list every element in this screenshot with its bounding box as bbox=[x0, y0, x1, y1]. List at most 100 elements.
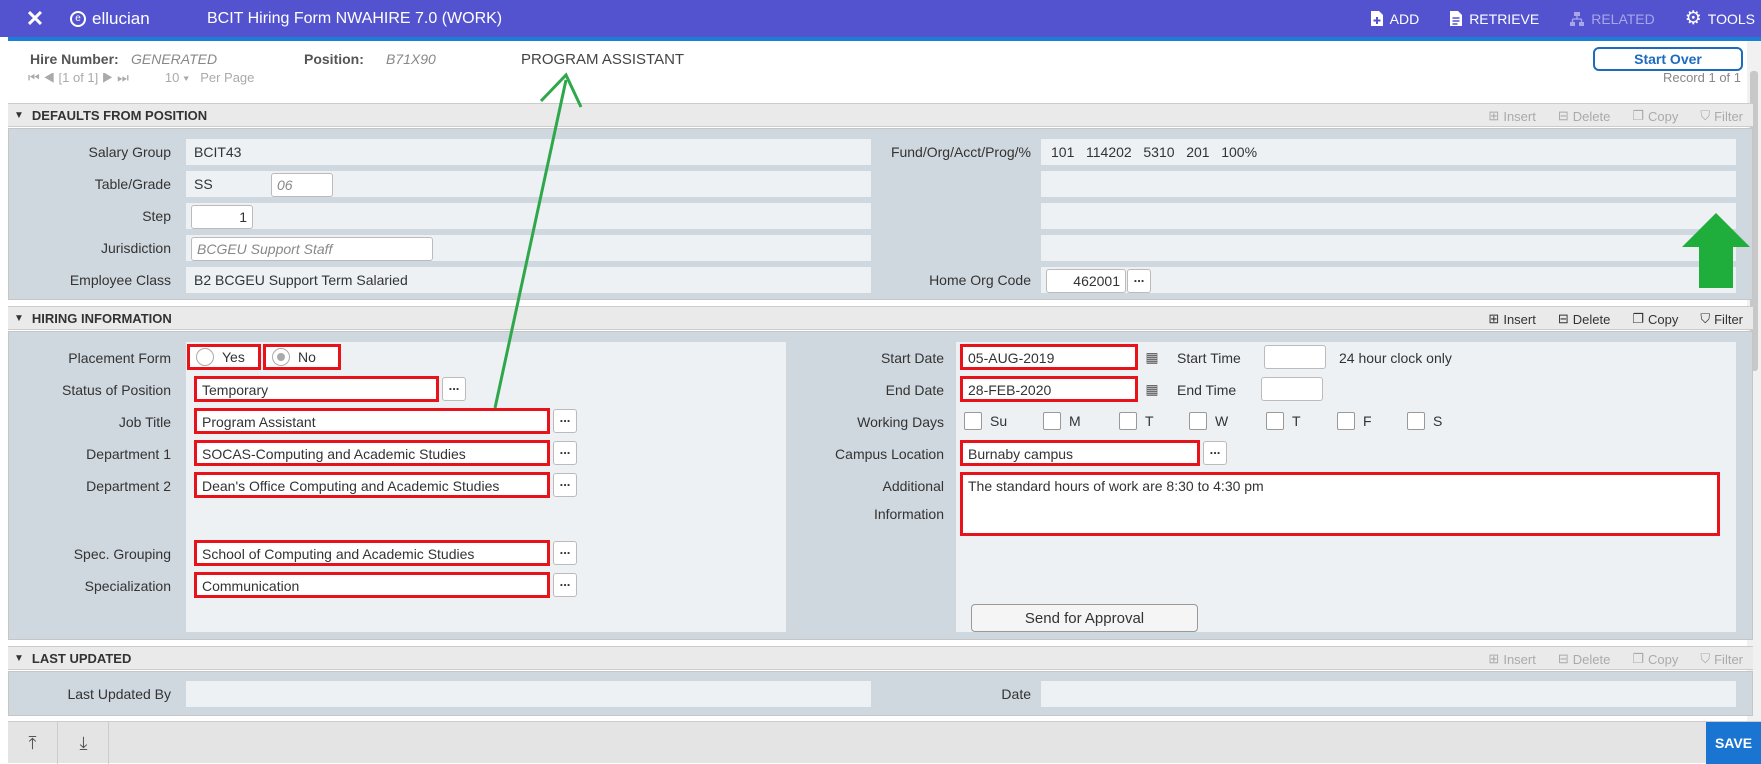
defaults-section-title: DEFAULTS FROM POSITION bbox=[31, 107, 208, 123]
start-over-button[interactable]: Start Over bbox=[1593, 47, 1743, 71]
tuesday-checkbox[interactable] bbox=[1119, 412, 1137, 430]
save-button[interactable]: SAVE bbox=[1706, 722, 1761, 764]
filter-button[interactable]: ⛉ Filter bbox=[1700, 651, 1743, 667]
last-updated-by-label: Last Updated By bbox=[67, 686, 171, 702]
filter-label: Filter bbox=[1714, 651, 1743, 667]
specialization-label: Specialization bbox=[84, 578, 171, 594]
page-indicator: 1 of 1 bbox=[62, 73, 95, 85]
sunday-checkbox[interactable] bbox=[964, 412, 982, 430]
scroll-to-bottom-icon[interactable]: ⤓ bbox=[59, 722, 109, 764]
defaults-section-header[interactable]: ▼ DEFAULTS FROM POSITION ⊞ Insert ⊟ Delete… bbox=[8, 103, 1753, 127]
scroll-to-top-icon[interactable]: ⤒ bbox=[8, 722, 58, 764]
last-updated-section-header[interactable]: ▼ LAST UPDATED ⊞ Insert ⊟ Delete ❐ Copy ⛉ Fi… bbox=[8, 646, 1753, 670]
day-wednesday[interactable]: W bbox=[1189, 408, 1228, 434]
end-date-label: End Date bbox=[885, 382, 944, 398]
delete-button[interactable]: ⊟ Delete bbox=[1558, 651, 1610, 667]
wednesday-checkbox[interactable] bbox=[1189, 412, 1207, 430]
grade-field[interactable]: 06 bbox=[271, 173, 333, 197]
monday-checkbox[interactable] bbox=[1043, 412, 1061, 430]
placement-no-option[interactable]: No bbox=[263, 344, 341, 370]
collapse-triangle-icon[interactable]: ▼ bbox=[14, 110, 24, 121]
status-field[interactable]: Temporary bbox=[194, 376, 439, 402]
insert-button[interactable]: ⊞ Insert bbox=[1488, 311, 1535, 327]
employee-class-value: B2 BCGEU Support Term Salaried bbox=[194, 272, 408, 288]
department-1-field[interactable]: SOCAS-Computing and Academic Studies bbox=[194, 440, 550, 466]
copy-label: Copy bbox=[1647, 651, 1679, 667]
yes-radio[interactable] bbox=[196, 348, 214, 366]
campus-field[interactable]: Burnaby campus bbox=[960, 440, 1200, 466]
copy-button[interactable]: ❐ Copy bbox=[1632, 311, 1678, 327]
campus-lookup-button[interactable]: ... bbox=[1203, 441, 1227, 465]
position-title: PROGRAM ASSISTANT bbox=[521, 50, 685, 68]
spec-grouping-lookup-button[interactable]: ... bbox=[553, 541, 577, 565]
related-button[interactable]: RELATED bbox=[1569, 11, 1655, 27]
job-title-label: Job Title bbox=[118, 414, 171, 430]
insert-button[interactable]: ⊞ Insert bbox=[1488, 651, 1535, 667]
department-2-field[interactable]: Dean's Office Computing and Academic Stu… bbox=[194, 472, 550, 498]
copy-icon: ❐ bbox=[1632, 311, 1644, 326]
day-tuesday[interactable]: T bbox=[1119, 408, 1154, 434]
pager-controls[interactable]: ⏮ ◀ [1 of 1] ▶ ⏭ 10 ▾ Per Page bbox=[28, 73, 254, 86]
day-label: W bbox=[1215, 413, 1229, 429]
home-org-field[interactable]: 462001 bbox=[1046, 269, 1126, 293]
filter-button[interactable]: ⛉ Filter bbox=[1700, 108, 1743, 124]
additional-info-textarea[interactable]: The standard hours of work are 8:30 to 4… bbox=[960, 472, 1720, 536]
copy-label: Copy bbox=[1647, 311, 1679, 327]
department-2-lookup-button[interactable]: ... bbox=[553, 473, 577, 497]
end-time-field[interactable] bbox=[1261, 377, 1323, 401]
value-background bbox=[1041, 235, 1736, 261]
job-title-lookup-button[interactable]: ... bbox=[553, 409, 577, 433]
day-label: F bbox=[1363, 413, 1372, 429]
home-org-label: Home Org Code bbox=[929, 272, 1031, 288]
no-radio[interactable] bbox=[272, 348, 290, 366]
copy-button[interactable]: ❐ Copy bbox=[1632, 108, 1678, 124]
spec-grouping-field[interactable]: School of Computing and Academic Studies bbox=[194, 540, 550, 566]
add-label: ADD bbox=[1389, 10, 1420, 27]
hiring-section-header[interactable]: ▼ HIRING INFORMATION ⊞ Insert ⊟ Delete ❐ Co… bbox=[8, 306, 1753, 330]
add-button[interactable]: ADD bbox=[1370, 10, 1420, 27]
day-sunday[interactable]: Su bbox=[964, 408, 1007, 434]
day-friday[interactable]: F bbox=[1337, 408, 1372, 434]
plus-square-icon: ⊞ bbox=[1488, 311, 1500, 326]
insert-label: Insert bbox=[1503, 651, 1536, 667]
specialization-lookup-button[interactable]: ... bbox=[553, 573, 577, 597]
status-lookup-button[interactable]: ... bbox=[442, 377, 466, 401]
spec-grouping-label: Spec. Grouping bbox=[73, 546, 171, 562]
start-time-field[interactable] bbox=[1264, 345, 1326, 369]
close-icon[interactable]: ✕ bbox=[0, 6, 70, 32]
thursday-checkbox[interactable] bbox=[1266, 412, 1284, 430]
collapse-triangle-icon[interactable]: ▼ bbox=[14, 313, 24, 324]
record-count: Record 1 of 1 bbox=[1662, 73, 1741, 85]
end-date-field[interactable]: 28-FEB-2020 bbox=[960, 376, 1138, 402]
placement-yes-option[interactable]: Yes bbox=[187, 344, 261, 370]
ellucian-mark-icon: e bbox=[70, 10, 86, 27]
saturday-checkbox[interactable] bbox=[1407, 412, 1425, 430]
day-saturday[interactable]: S bbox=[1407, 408, 1442, 434]
day-monday[interactable]: M bbox=[1043, 408, 1081, 434]
home-org-lookup-button[interactable]: ... bbox=[1127, 269, 1151, 293]
retrieve-button[interactable]: RETRIEVE bbox=[1449, 10, 1539, 27]
specialization-field[interactable]: Communication bbox=[194, 572, 550, 598]
send-for-approval-button[interactable]: Send for Approval bbox=[971, 604, 1198, 632]
department-1-lookup-button[interactable]: ... bbox=[553, 441, 577, 465]
filter-button[interactable]: ⛉ Filter bbox=[1700, 311, 1743, 327]
collapse-triangle-icon[interactable]: ▼ bbox=[14, 653, 24, 664]
calendar-icon[interactable]: ▦ bbox=[1142, 346, 1162, 368]
delete-label: Delete bbox=[1572, 651, 1611, 667]
page-size-select[interactable]: 10 bbox=[165, 73, 179, 85]
plus-square-icon: ⊞ bbox=[1488, 651, 1500, 666]
friday-checkbox[interactable] bbox=[1337, 412, 1355, 430]
tools-button[interactable]: ⚙ TOOLS bbox=[1685, 7, 1755, 30]
calendar-icon[interactable]: ▦ bbox=[1142, 378, 1162, 400]
delete-button[interactable]: ⊟ Delete bbox=[1558, 311, 1610, 327]
step-field[interactable]: 1 bbox=[191, 205, 253, 229]
copy-button[interactable]: ❐ Copy bbox=[1632, 651, 1678, 667]
start-date-field[interactable]: 05-AUG-2019 bbox=[960, 344, 1138, 370]
campus-label: Campus Location bbox=[835, 446, 944, 462]
job-title-field[interactable]: Program Assistant bbox=[194, 408, 550, 434]
insert-button[interactable]: ⊞ Insert bbox=[1488, 108, 1535, 124]
position-code: B71X90 bbox=[386, 51, 436, 67]
day-thursday[interactable]: T bbox=[1266, 408, 1301, 434]
jurisdiction-field[interactable]: BCGEU Support Staff bbox=[191, 237, 433, 261]
delete-button[interactable]: ⊟ Delete bbox=[1558, 108, 1610, 124]
